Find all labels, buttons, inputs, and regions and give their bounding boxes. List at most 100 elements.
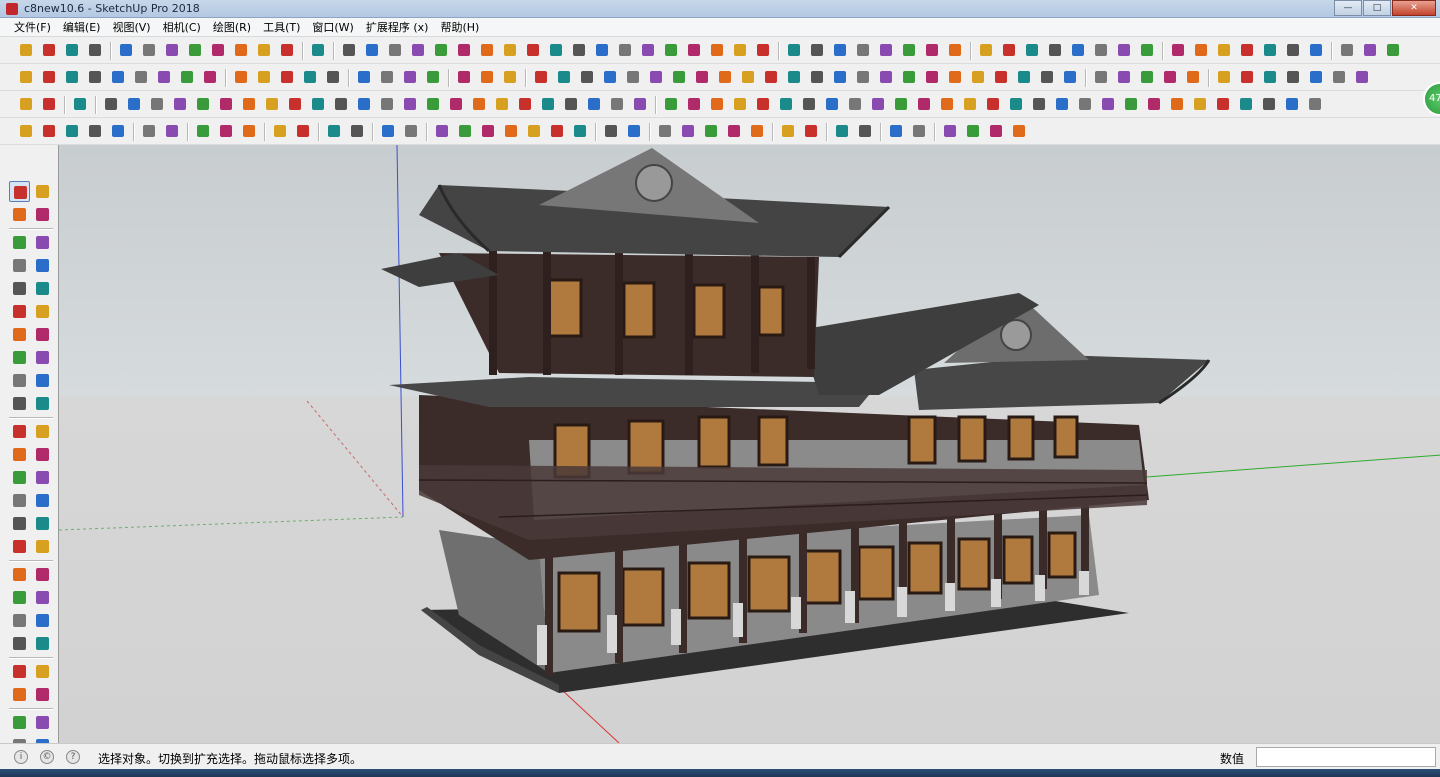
- menu-file[interactable]: 文件(F): [8, 18, 57, 36]
- toolbar-tool-icon[interactable]: [501, 121, 521, 141]
- tool-icon[interactable]: [9, 301, 30, 322]
- toolbar-tool-icon[interactable]: [270, 121, 290, 141]
- toolbar-tool-icon[interactable]: [1068, 40, 1088, 60]
- toolbar-tool-icon[interactable]: [400, 67, 420, 87]
- tool-icon[interactable]: [9, 661, 30, 682]
- toolbar-tool-icon[interactable]: [116, 40, 136, 60]
- menu-edit[interactable]: 编辑(E): [57, 18, 107, 36]
- toolbar-tool-icon[interactable]: [39, 94, 59, 114]
- toolbar-tool-icon[interactable]: [623, 67, 643, 87]
- toolbar-tool-icon[interactable]: [853, 67, 873, 87]
- toolbar-tool-icon[interactable]: [16, 94, 36, 114]
- toolbar-tool-icon[interactable]: [655, 121, 675, 141]
- tool-icon[interactable]: [9, 490, 30, 511]
- toolbar-tool-icon[interactable]: [715, 67, 735, 87]
- toolbar-tool-icon[interactable]: [601, 121, 621, 141]
- toolbar-tool-icon[interactable]: [354, 94, 374, 114]
- tool-icon[interactable]: [32, 661, 53, 682]
- toolbar-tool-icon[interactable]: [570, 121, 590, 141]
- toolbar-tool-icon[interactable]: [1060, 67, 1080, 87]
- toolbar-tool-icon[interactable]: [747, 121, 767, 141]
- toolbar-tool-icon[interactable]: [1283, 67, 1303, 87]
- toolbar-tool-icon[interactable]: [891, 94, 911, 114]
- toolbar-tool-icon[interactable]: [170, 94, 190, 114]
- toolbar-tool-icon[interactable]: [1190, 94, 1210, 114]
- toolbar-tool-icon[interactable]: [1214, 67, 1234, 87]
- geo-location-icon[interactable]: ©: [40, 750, 54, 764]
- toolbar-tool-icon[interactable]: [999, 40, 1019, 60]
- toolbar-tool-icon[interactable]: [185, 40, 205, 60]
- toolbar-tool-icon[interactable]: [377, 67, 397, 87]
- tool-icon[interactable]: [32, 393, 53, 414]
- toolbar-tool-icon[interactable]: [799, 94, 819, 114]
- toolbar-tool-icon[interactable]: [323, 67, 343, 87]
- toolbar-tool-icon[interactable]: [546, 40, 566, 60]
- tool-icon[interactable]: [32, 684, 53, 705]
- chinese-pavilion-model[interactable]: [381, 148, 1211, 693]
- tool-icon[interactable]: [32, 204, 53, 225]
- toolbar-tool-icon[interactable]: [285, 94, 305, 114]
- toolbar-tool-icon[interactable]: [455, 121, 475, 141]
- toolbar-tool-icon[interactable]: [515, 94, 535, 114]
- menu-help[interactable]: 帮助(H): [434, 18, 485, 36]
- tool-icon[interactable]: [9, 370, 30, 391]
- toolbar-tool-icon[interactable]: [231, 40, 251, 60]
- toolbar-tool-icon[interactable]: [200, 67, 220, 87]
- toolbar-tool-icon[interactable]: [423, 94, 443, 114]
- toolbar-tool-icon[interactable]: [778, 121, 798, 141]
- toolbar-tool-icon[interactable]: [177, 67, 197, 87]
- tool-icon[interactable]: [32, 255, 53, 276]
- toolbar-tool-icon[interactable]: [1237, 67, 1257, 87]
- toolbar-tool-icon[interactable]: [1329, 67, 1349, 87]
- menu-window[interactable]: 窗口(W): [306, 18, 359, 36]
- menu-tools[interactable]: 工具(T): [257, 18, 306, 36]
- menu-draw[interactable]: 绘图(R): [207, 18, 257, 36]
- toolbar-tool-icon[interactable]: [976, 40, 996, 60]
- toolbar-tool-icon[interactable]: [807, 67, 827, 87]
- toolbar-tool-icon[interactable]: [1283, 40, 1303, 60]
- toolbar-tool-icon[interactable]: [254, 40, 274, 60]
- toolbar-tool-icon[interactable]: [216, 121, 236, 141]
- tool-icon[interactable]: [32, 181, 53, 202]
- toolbar-tool-icon[interactable]: [454, 40, 474, 60]
- tool-icon[interactable]: [32, 421, 53, 442]
- toolbar-tool-icon[interactable]: [16, 121, 36, 141]
- toolbar-tool-icon[interactable]: [853, 40, 873, 60]
- tool-icon[interactable]: [32, 610, 53, 631]
- toolbar-tool-icon[interactable]: [707, 40, 727, 60]
- toolbar-tool-icon[interactable]: [216, 94, 236, 114]
- toolbar-tool-icon[interactable]: [231, 67, 251, 87]
- toolbar-tool-icon[interactable]: [362, 40, 382, 60]
- toolbar-tool-icon[interactable]: [753, 94, 773, 114]
- toolbar-tool-icon[interactable]: [638, 40, 658, 60]
- toolbar-tool-icon[interactable]: [738, 67, 758, 87]
- toolbar-tool-icon[interactable]: [1360, 40, 1380, 60]
- tool-icon[interactable]: [9, 610, 30, 631]
- toolbar-tool-icon[interactable]: [500, 67, 520, 87]
- close-button[interactable]: ✕: [1392, 0, 1436, 16]
- toolbar-tool-icon[interactable]: [16, 67, 36, 87]
- tool-icon[interactable]: [32, 536, 53, 557]
- toolbar-tool-icon[interactable]: [62, 67, 82, 87]
- toolbar-tool-icon[interactable]: [1236, 94, 1256, 114]
- toolbar-tool-icon[interactable]: [1144, 94, 1164, 114]
- toolbar-tool-icon[interactable]: [85, 40, 105, 60]
- toolbar-tool-icon[interactable]: [446, 94, 466, 114]
- toolbar-tool-icon[interactable]: [378, 121, 398, 141]
- toolbar-tool-icon[interactable]: [561, 94, 581, 114]
- toolbar-tool-icon[interactable]: [776, 94, 796, 114]
- toolbar-tool-icon[interactable]: [922, 67, 942, 87]
- toolbar-tool-icon[interactable]: [1121, 94, 1141, 114]
- toolbar-tool-icon[interactable]: [1029, 94, 1049, 114]
- toolbar-tool-icon[interactable]: [1306, 40, 1326, 60]
- toolbar-tool-icon[interactable]: [845, 94, 865, 114]
- toolbar-tool-icon[interactable]: [547, 121, 567, 141]
- toolbar-tool-icon[interactable]: [646, 67, 666, 87]
- tool-icon[interactable]: [9, 536, 30, 557]
- toolbar-tool-icon[interactable]: [347, 121, 367, 141]
- toolbar-tool-icon[interactable]: [254, 67, 274, 87]
- toolbar-tool-icon[interactable]: [1260, 40, 1280, 60]
- menu-camera[interactable]: 相机(C): [157, 18, 207, 36]
- toolbar-tool-icon[interactable]: [492, 94, 512, 114]
- toolbar-tool-icon[interactable]: [832, 121, 852, 141]
